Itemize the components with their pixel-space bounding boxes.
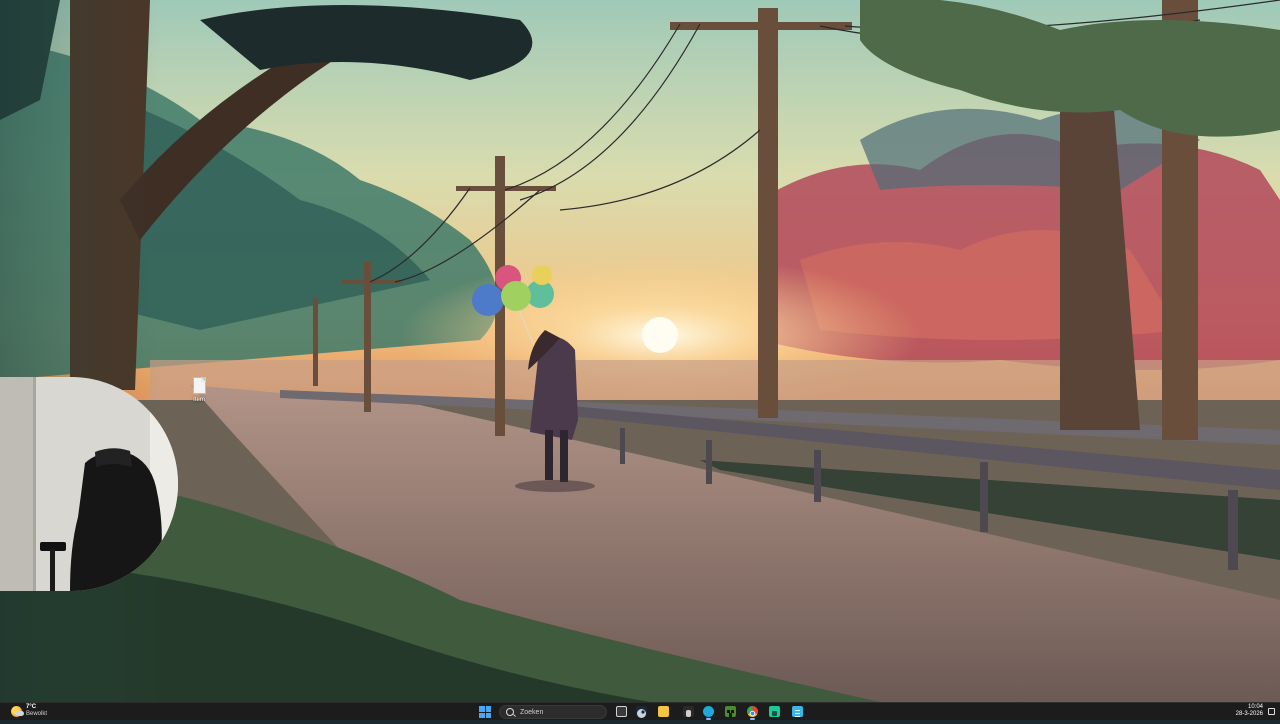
steam-icon[interactable] — [636, 706, 647, 718]
windows-start-icon[interactable] — [479, 706, 491, 718]
clock-time: 10:04 — [1247, 704, 1263, 710]
app-icon[interactable] — [683, 706, 694, 717]
folder-icon[interactable] — [658, 706, 669, 717]
desktop-file-label: Item — [193, 397, 205, 403]
wallpaper — [0, 0, 1280, 702]
taskbar: 7°C Bewolkt Zoeken 10:04 28-3-2026 — [0, 702, 1280, 720]
notification-icon[interactable] — [1268, 708, 1275, 715]
desktop[interactable]: Item — [0, 0, 1280, 702]
weather-widget[interactable]: 7°C Bewolkt — [11, 704, 47, 718]
document-icon — [192, 377, 206, 394]
search-input[interactable]: Zoeken — [499, 705, 607, 719]
clock-date: 28-3-2026 — [1235, 711, 1263, 717]
search-icon — [506, 708, 514, 716]
minecraft-icon[interactable] — [725, 706, 736, 717]
edge-icon[interactable] — [703, 706, 714, 720]
weather-temperature: 7°C — [26, 704, 37, 710]
app-icon[interactable] — [792, 706, 803, 717]
search-placeholder: Zoeken — [520, 708, 544, 716]
desktop-file[interactable]: Item — [184, 377, 214, 403]
partly-cloudy-icon — [11, 705, 24, 717]
clock[interactable]: 10:04 28-3-2026 — [1236, 704, 1263, 718]
chrome-icon[interactable] — [747, 706, 758, 720]
app-icon[interactable] — [769, 706, 780, 717]
task-view-icon[interactable] — [616, 706, 627, 717]
weather-condition: Bewolkt — [26, 711, 48, 717]
